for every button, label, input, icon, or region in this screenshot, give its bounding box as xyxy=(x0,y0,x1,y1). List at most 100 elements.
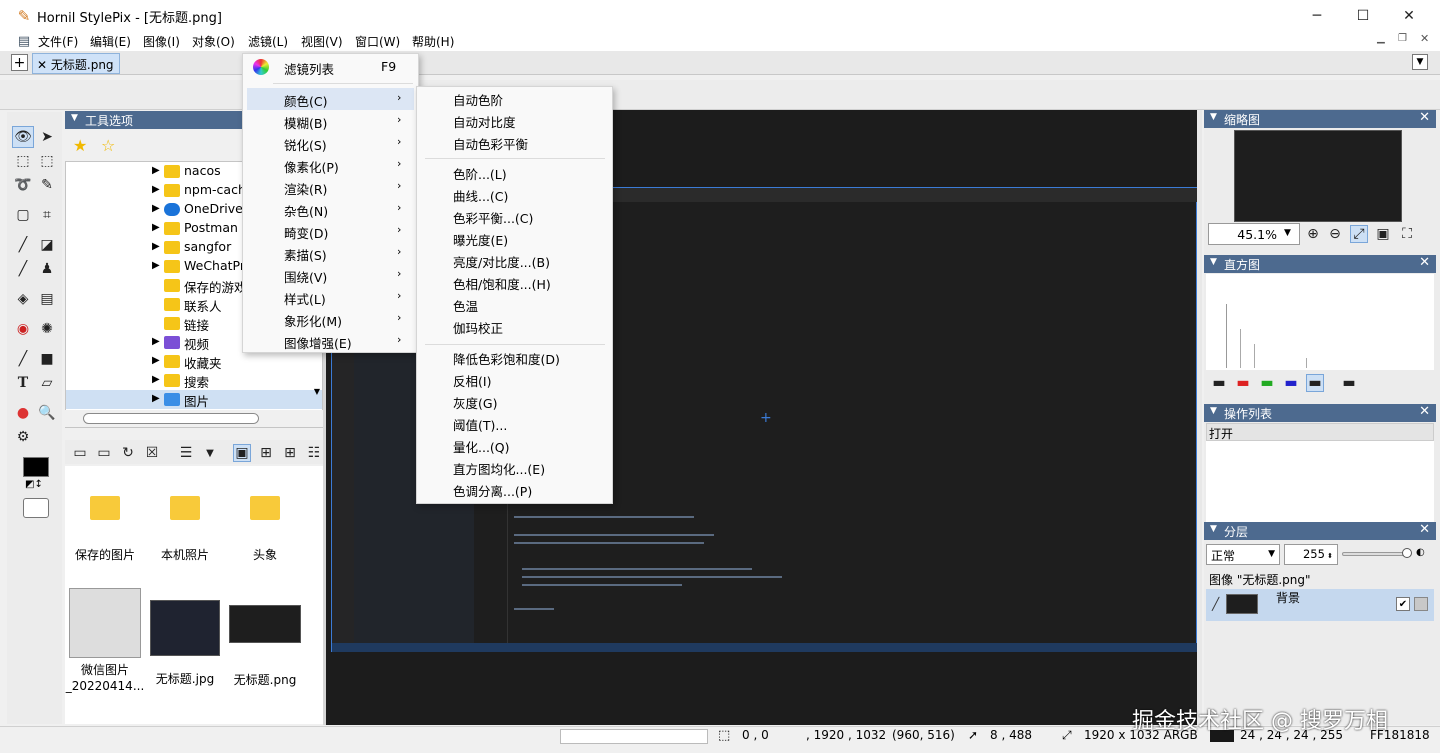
add-tab-button[interactable]: + xyxy=(11,54,28,71)
view-medium-icon[interactable]: ⊞ xyxy=(257,444,275,462)
visibility-check-icon[interactable]: ✔ xyxy=(1396,597,1410,611)
new-folder-icon[interactable]: ▭ xyxy=(95,444,113,462)
histogram-blue-icon[interactable]: ▬ xyxy=(1282,374,1300,392)
sort-dropdown-icon[interactable]: ▼ xyxy=(201,444,219,462)
color-menu-item[interactable]: 阈值(T)... xyxy=(453,415,507,437)
lasso-icon[interactable]: ➰ xyxy=(12,174,34,196)
histogram-options-icon[interactable]: ▬ xyxy=(1340,374,1358,392)
sharpen-icon[interactable]: ✺ xyxy=(36,318,58,340)
swap-colors-icon[interactable]: ◩↕ xyxy=(25,479,43,490)
color-menu-item[interactable]: 亮度/对比度...(B) xyxy=(453,252,550,274)
view-list-icon[interactable]: ☷ xyxy=(305,444,323,462)
expand-icon[interactable]: ▶ xyxy=(152,393,160,404)
stepper-icon[interactable]: ⬍ xyxy=(1325,552,1333,560)
file-item[interactable]: 保存的图片 xyxy=(65,496,145,563)
tree-item[interactable]: ▶ 搜索 xyxy=(66,371,306,390)
line-icon[interactable]: ╱ xyxy=(12,348,34,370)
filter-menu-item[interactable]: 图像增强(E) › xyxy=(247,330,414,352)
history-item[interactable]: 打开 xyxy=(1206,423,1434,441)
actual-size-icon[interactable]: ▣ xyxy=(1374,225,1392,243)
tree-item[interactable]: ▶ 图片 xyxy=(66,390,322,409)
doc-close-icon[interactable]: ✕ xyxy=(1420,32,1429,45)
file-item[interactable]: 微信图片_20220414... xyxy=(65,588,145,694)
filter-menu-item[interactable]: 锐化(S) › xyxy=(247,132,414,154)
zoom-out-icon[interactable]: ⊖ xyxy=(1326,225,1344,243)
menu-help[interactable]: 帮助(H) xyxy=(412,33,454,50)
zoom-in-icon[interactable]: ⊕ xyxy=(1304,225,1322,243)
background-color-swatch[interactable] xyxy=(23,498,49,518)
menu-view[interactable]: 视图(V) xyxy=(301,33,343,50)
file-item[interactable]: 无标题.png xyxy=(225,605,305,688)
expand-icon[interactable]: ▶ xyxy=(152,184,160,195)
filter-menu-item[interactable]: 围绕(V) › xyxy=(247,264,414,286)
tab-list-icon[interactable]: ▼ xyxy=(1412,54,1428,70)
panel-close-icon[interactable]: ✕ xyxy=(1419,110,1430,125)
doc-restore-icon[interactable]: ❐ xyxy=(1398,33,1407,44)
tree-item[interactable]: ▶ 收藏夹 xyxy=(66,352,306,371)
folder-up-icon[interactable]: ▭ xyxy=(71,444,89,462)
shape-icon[interactable]: ■ xyxy=(36,348,58,370)
expand-icon[interactable]: ▶ xyxy=(152,241,160,252)
crop-icon[interactable]: ⌗ xyxy=(36,204,58,226)
settings-tool-icon[interactable]: ⚙ xyxy=(12,426,34,448)
rect-select-icon[interactable]: ⬚ xyxy=(12,150,34,172)
color-menu-item[interactable]: 灰度(G) xyxy=(453,393,497,415)
opacity-slider[interactable] xyxy=(1342,552,1406,556)
fullscreen-icon[interactable]: ⛶ xyxy=(1398,225,1416,243)
sort-icon[interactable]: ☰ xyxy=(177,444,195,462)
text-tool-icon[interactable]: T xyxy=(12,372,34,394)
color-menu-item[interactable]: 直方图均化...(E) xyxy=(453,459,545,481)
file-item[interactable]: 本机照片 xyxy=(145,496,225,563)
color-menu-item[interactable]: 色相/饱和度...(H) xyxy=(453,274,551,296)
color-menu-item[interactable]: 自动色阶 xyxy=(453,90,503,112)
expand-icon[interactable]: ▶ xyxy=(152,222,160,233)
brush-icon[interactable]: ╱ xyxy=(12,234,34,256)
expand-icon[interactable]: ▶ xyxy=(152,336,160,347)
thumbnail-preview[interactable] xyxy=(1234,130,1402,222)
color-menu-item[interactable]: 自动色彩平衡 xyxy=(453,134,528,156)
refresh-icon[interactable]: ↻ xyxy=(119,444,137,462)
file-item[interactable]: 头象 xyxy=(225,496,305,563)
filter-menu-item[interactable]: 样式(L) › xyxy=(247,286,414,308)
color-menu-item[interactable]: 量化...(Q) xyxy=(453,437,510,459)
star-icon[interactable]: ★ xyxy=(73,136,87,155)
blend-mode-select[interactable]: 正常 ▼ xyxy=(1206,544,1280,565)
menu-window[interactable]: 窗口(W) xyxy=(355,33,400,50)
filter-menu-item[interactable]: 颜色(C) › xyxy=(247,88,414,110)
expand-icon[interactable]: ▶ xyxy=(152,260,160,271)
panel-close-icon[interactable]: ✕ xyxy=(1419,404,1430,419)
stamp-icon[interactable]: ♟ xyxy=(36,258,58,280)
opacity-slider-thumb[interactable] xyxy=(1402,548,1412,558)
doc-minimize-icon[interactable]: ▁ xyxy=(1377,33,1385,44)
expand-icon[interactable]: ▶ xyxy=(152,374,160,385)
zoom-dropdown-icon[interactable]: ▼ xyxy=(1284,224,1298,244)
histogram-rgb-icon[interactable]: ▬ xyxy=(1306,374,1324,392)
histogram-green-icon[interactable]: ▬ xyxy=(1258,374,1276,392)
opacity-reset-icon[interactable]: ◐ xyxy=(1416,547,1425,558)
histogram-red-icon[interactable]: ▬ xyxy=(1234,374,1252,392)
menu-file[interactable]: 文件(F) xyxy=(38,33,78,50)
close-button[interactable]: ✕ xyxy=(1386,0,1432,31)
lock-toggle[interactable] xyxy=(1414,597,1428,611)
color-picker-icon[interactable]: ● xyxy=(12,402,34,424)
expand-icon[interactable]: ▶ xyxy=(152,203,160,214)
image-object-icon[interactable]: ▱ xyxy=(36,372,58,394)
marquee-icon[interactable]: ⬚ xyxy=(36,150,58,172)
color-menu-item[interactable]: 色阶...(L) xyxy=(453,164,507,186)
maximize-button[interactable]: ☐ xyxy=(1340,0,1386,31)
panel-close-icon[interactable]: ✕ xyxy=(1419,255,1430,270)
filter-menu-item[interactable]: 像素化(P) › xyxy=(247,154,414,176)
pencil-icon[interactable]: ╱ xyxy=(12,258,34,280)
view-small-icon[interactable]: ⊞ xyxy=(281,444,299,462)
expand-icon[interactable]: ▶ xyxy=(152,165,160,176)
view-large-icon[interactable]: ▣ xyxy=(233,444,251,462)
menu-filter[interactable]: 滤镜(L) xyxy=(248,33,288,50)
minimize-button[interactable]: ─ xyxy=(1294,0,1340,31)
pointer-tool-icon[interactable]: ➤ xyxy=(36,126,58,148)
filter-menu-item[interactable]: 渲染(R) › xyxy=(247,176,414,198)
filter-menu-item[interactable]: 模糊(B) › xyxy=(247,110,414,132)
menu-image[interactable]: 图像(I) xyxy=(143,33,180,50)
gradient-icon[interactable]: ▤ xyxy=(36,288,58,310)
expand-icon[interactable]: ▶ xyxy=(152,355,160,366)
delete-file-icon[interactable]: ☒ xyxy=(143,444,161,462)
